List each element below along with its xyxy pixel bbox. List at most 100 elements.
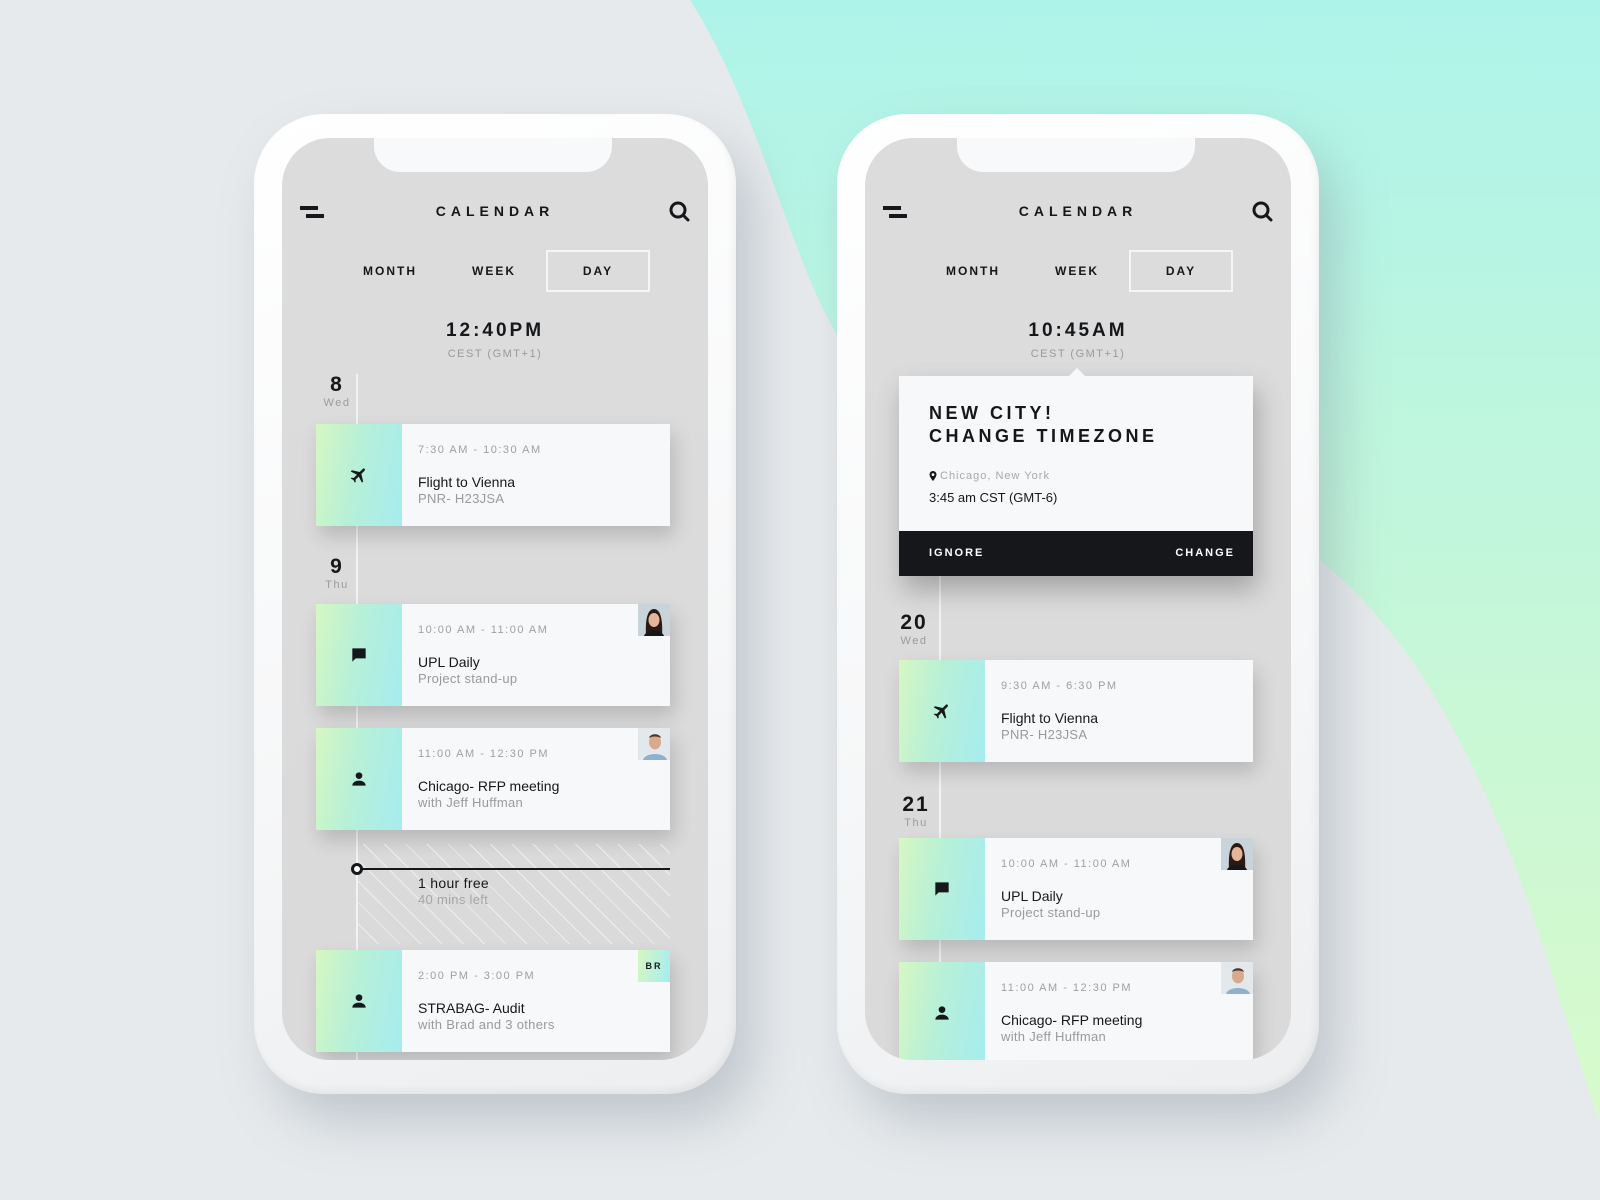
plane-icon bbox=[933, 704, 948, 719]
event-title: Chicago- RFP meeting bbox=[418, 778, 560, 794]
event-subtitle: PNR- H23JSA bbox=[1001, 727, 1088, 742]
event-icon-strip bbox=[316, 604, 402, 706]
current-time: 12:40PM bbox=[445, 320, 545, 341]
event-title: Chicago- RFP meeting bbox=[1001, 1012, 1143, 1028]
event-time: 7:30 AM - 10:30 AM bbox=[418, 444, 542, 456]
event-card[interactable]: 7:30 AM - 10:30 AM Flight to Vienna PNR-… bbox=[316, 424, 670, 526]
chat-icon bbox=[935, 882, 949, 896]
event-card[interactable]: 11:00 AM - 12:30 PM Chicago- RFP meeting… bbox=[899, 962, 1253, 1060]
plane-icon bbox=[350, 468, 365, 483]
person-icon bbox=[935, 1006, 949, 1020]
tab-month[interactable]: MONTH bbox=[921, 250, 1025, 292]
man-avatar[interactable] bbox=[1221, 962, 1253, 994]
current-time-dot bbox=[351, 863, 363, 875]
event-subtitle: with Brad and 3 others bbox=[418, 1017, 555, 1032]
event-icon-strip bbox=[899, 838, 985, 940]
notch bbox=[957, 138, 1195, 172]
event-icon-strip bbox=[316, 728, 402, 830]
person-icon bbox=[352, 772, 366, 786]
phone-left: CALENDAR MONTH WEEK DAY 12:40PM CEST (GM… bbox=[254, 114, 736, 1094]
event-card[interactable]: 11:00 AM - 12:30 PM Chicago- RFP meeting… bbox=[316, 728, 670, 830]
free-slot-subtitle: 40 mins left bbox=[418, 892, 489, 907]
popup-title: NEW CITY! CHANGE TIMEZONE bbox=[929, 402, 1158, 448]
initials-avatar[interactable]: BR bbox=[638, 950, 670, 982]
day-number: 9 bbox=[330, 555, 344, 578]
day-label: 21 Thu bbox=[891, 794, 941, 830]
event-subtitle: with Jeff Huffman bbox=[1001, 1029, 1107, 1044]
event-icon-strip bbox=[899, 660, 985, 762]
view-tabs: MONTH WEEK DAY bbox=[282, 250, 708, 292]
background-blob bbox=[690, 0, 1600, 1120]
tab-week[interactable]: WEEK bbox=[1025, 250, 1129, 292]
event-title: Flight to Vienna bbox=[1001, 710, 1099, 726]
app-title: CALENDAR bbox=[1018, 203, 1138, 219]
top-bar: CALENDAR bbox=[865, 198, 1291, 228]
event-time: 2:00 PM - 3:00 PM bbox=[418, 970, 536, 982]
event-time: 11:00 AM - 12:30 PM bbox=[418, 748, 550, 760]
popup-action-bar: IGNORE CHANGE bbox=[899, 531, 1253, 576]
event-subtitle: PNR- H23JSA bbox=[418, 491, 505, 506]
change-button[interactable]: CHANGE bbox=[1175, 531, 1235, 576]
timezone-label: CEST (GMT+1) bbox=[1030, 348, 1126, 360]
event-card[interactable]: 10:00 AM - 11:00 AM UPL Daily Project st… bbox=[899, 838, 1253, 940]
screen: CALENDAR MONTH WEEK DAY 10:45AM CEST (GM… bbox=[865, 138, 1291, 1060]
current-time-indicator bbox=[358, 868, 670, 870]
event-subtitle: with Jeff Huffman bbox=[418, 795, 524, 810]
event-icon-strip bbox=[316, 424, 402, 526]
search-icon[interactable] bbox=[1251, 200, 1273, 222]
event-time: 9:30 AM - 6:30 PM bbox=[1001, 680, 1118, 692]
location-pin-icon bbox=[929, 471, 937, 481]
location-text: Chicago, New York bbox=[940, 470, 1050, 482]
notch bbox=[374, 138, 612, 172]
popup-title-line1: NEW CITY! bbox=[929, 403, 1055, 423]
free-slot-title: 1 hour free bbox=[418, 875, 490, 891]
timezone-popup: NEW CITY! CHANGE TIMEZONE Chicago, New Y… bbox=[899, 368, 1253, 576]
day-name: Wed bbox=[323, 397, 351, 409]
view-tabs: MONTH WEEK DAY bbox=[865, 250, 1291, 292]
timezone-label: CEST (GMT+1) bbox=[447, 348, 543, 360]
free-time-block bbox=[358, 844, 670, 944]
person-icon bbox=[352, 994, 366, 1008]
event-subtitle: Project stand-up bbox=[1001, 905, 1101, 920]
woman-avatar[interactable] bbox=[1221, 838, 1253, 870]
popup-arrow bbox=[1069, 368, 1085, 376]
event-card[interactable]: 2:00 PM - 3:00 PM STRABAG- Audit with Br… bbox=[316, 950, 670, 1052]
search-icon[interactable] bbox=[668, 200, 690, 222]
current-time: 10:45AM bbox=[1028, 320, 1128, 341]
man-avatar[interactable] bbox=[638, 728, 670, 760]
event-time: 11:00 AM - 12:30 PM bbox=[1001, 982, 1133, 994]
event-icon-strip bbox=[899, 962, 985, 1060]
ignore-button[interactable]: IGNORE bbox=[929, 531, 984, 576]
day-name: Thu bbox=[325, 579, 349, 591]
event-icon-strip bbox=[316, 950, 402, 1052]
event-title: STRABAG- Audit bbox=[418, 1000, 525, 1016]
event-title: UPL Daily bbox=[1001, 888, 1063, 904]
event-title: UPL Daily bbox=[418, 654, 480, 670]
popup-local-time: 3:45 am CST (GMT-6) bbox=[929, 490, 1058, 505]
day-number: 8 bbox=[330, 373, 344, 396]
tab-week[interactable]: WEEK bbox=[442, 250, 546, 292]
day-label: 8 Wed bbox=[312, 374, 362, 410]
event-card[interactable]: 9:30 AM - 6:30 PM Flight to Vienna PNR- … bbox=[899, 660, 1253, 762]
day-name: Thu bbox=[904, 817, 928, 829]
day-label: 20 Wed bbox=[889, 612, 939, 648]
app-title: CALENDAR bbox=[435, 203, 555, 219]
top-bar: CALENDAR bbox=[282, 198, 708, 228]
day-label: 9 Thu bbox=[312, 556, 362, 592]
tab-day[interactable]: DAY bbox=[1129, 250, 1233, 292]
screen: CALENDAR MONTH WEEK DAY 12:40PM CEST (GM… bbox=[282, 138, 708, 1060]
popup-location: Chicago, New York bbox=[929, 470, 1050, 482]
woman-avatar[interactable] bbox=[638, 604, 670, 636]
tab-month[interactable]: MONTH bbox=[338, 250, 442, 292]
chat-icon bbox=[352, 648, 366, 662]
tab-day[interactable]: DAY bbox=[546, 250, 650, 292]
event-card[interactable]: 10:00 AM - 11:00 AM UPL Daily Project st… bbox=[316, 604, 670, 706]
popup-title-line2: CHANGE TIMEZONE bbox=[929, 426, 1158, 446]
phone-right: CALENDAR MONTH WEEK DAY 10:45AM CEST (GM… bbox=[837, 114, 1319, 1094]
event-time: 10:00 AM - 11:00 AM bbox=[1001, 858, 1132, 870]
day-number: 21 bbox=[902, 793, 930, 816]
event-title: Flight to Vienna bbox=[418, 474, 516, 490]
event-time: 10:00 AM - 11:00 AM bbox=[418, 624, 549, 636]
day-number: 20 bbox=[900, 611, 928, 634]
day-name: Wed bbox=[900, 635, 928, 647]
